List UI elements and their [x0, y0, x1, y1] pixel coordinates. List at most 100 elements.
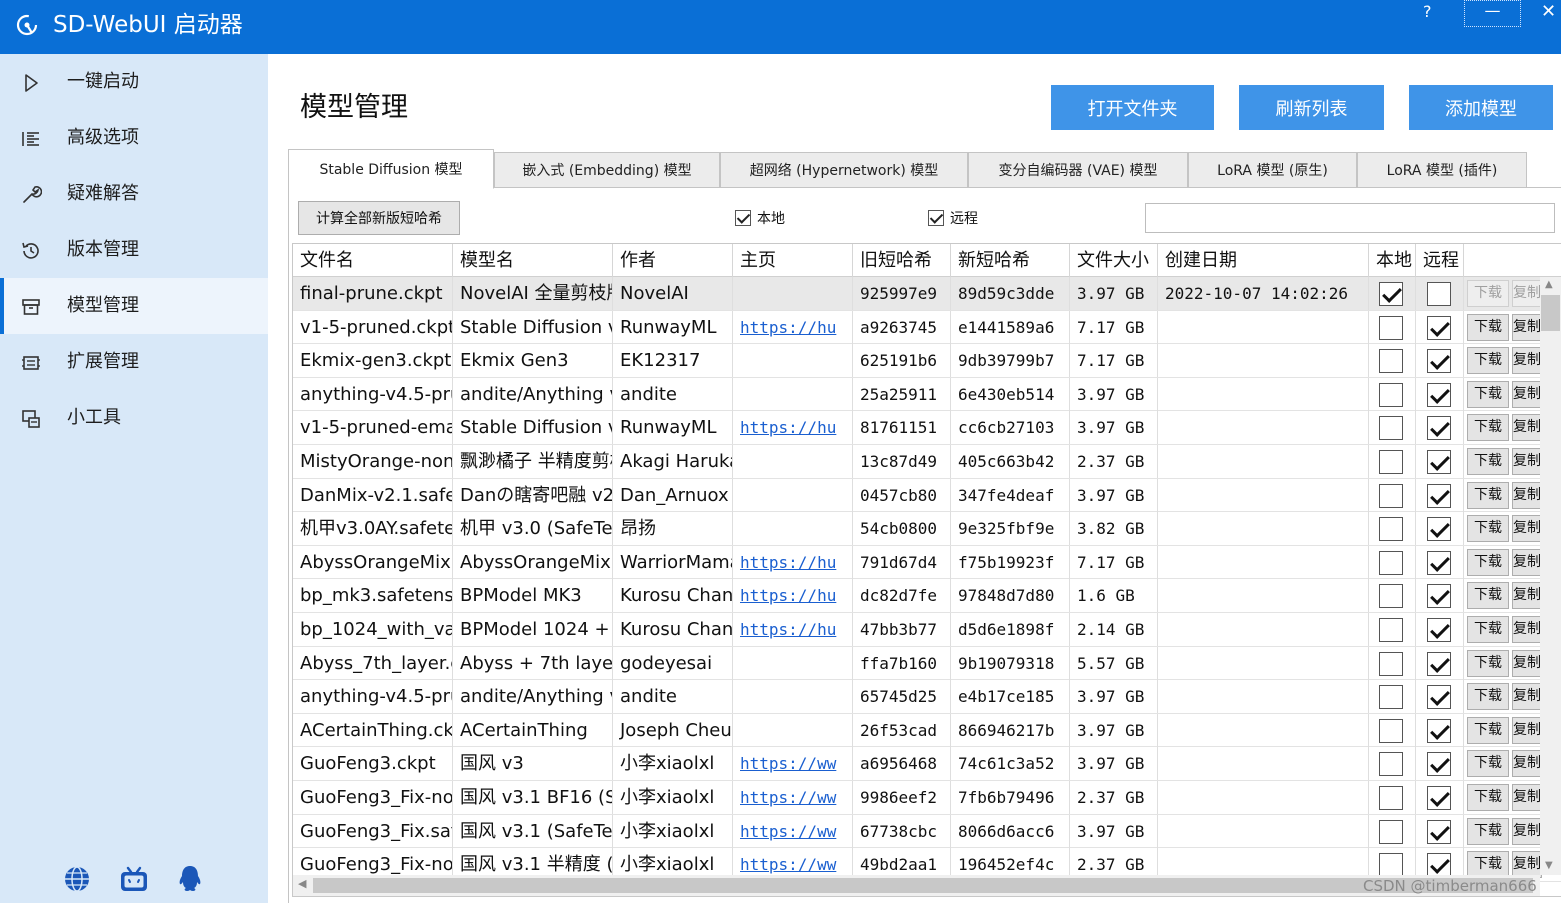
header-new-hash[interactable]: 新短哈希 [951, 244, 1070, 277]
sidebar-item-versions[interactable]: 版本管理 [0, 222, 268, 278]
download-button[interactable]: 下载 [1467, 448, 1509, 475]
local-checkbox[interactable] [1379, 483, 1403, 508]
remote-checkbox[interactable] [1427, 315, 1451, 340]
remote-checkbox[interactable] [1427, 584, 1451, 609]
close-button[interactable]: ✕ [1541, 0, 1556, 24]
download-button[interactable]: 下载 [1467, 414, 1509, 442]
header-homepage[interactable]: 主页 [733, 244, 853, 277]
cell-homepage[interactable]: https://hu [733, 310, 853, 344]
copy-button[interactable]: 复制 [1512, 481, 1542, 509]
remote-checkbox[interactable] [1427, 517, 1451, 542]
horizontal-scrollbar[interactable]: ◀ [293, 875, 1540, 896]
cell-homepage[interactable]: https://hu [733, 545, 853, 579]
remote-checkbox[interactable] [1427, 752, 1451, 777]
help-button[interactable]: ? [1423, 2, 1432, 21]
local-checkbox[interactable] [1379, 786, 1403, 810]
copy-button[interactable]: 复制 [1512, 548, 1542, 576]
remote-checkbox[interactable] [1427, 786, 1451, 810]
local-checkbox[interactable] [1379, 550, 1403, 575]
remote-checkbox[interactable] [1427, 282, 1451, 306]
download-button[interactable]: 下载 [1467, 784, 1509, 811]
bilibili-icon[interactable] [119, 864, 149, 894]
add-model-button[interactable]: 添加模型 [1409, 85, 1553, 130]
header-file-size[interactable]: 文件大小 [1070, 244, 1158, 277]
download-button[interactable]: 下载 [1467, 582, 1509, 610]
sidebar-item-launch[interactable]: 一键启动 [0, 54, 268, 110]
local-checkbox[interactable] [1379, 349, 1403, 374]
table-row[interactable]: v1-5-pruned-emaonlyStable Diffusion v1.5… [293, 411, 1561, 445]
cell-homepage[interactable]: https://hu [733, 579, 853, 613]
tab-stable-diffusion[interactable]: Stable Diffusion 模型 [288, 149, 494, 189]
open-folder-button[interactable]: 打开文件夹 [1051, 85, 1214, 130]
cell-homepage[interactable]: https://ww [733, 814, 853, 848]
local-checkbox[interactable] [1379, 382, 1403, 407]
sidebar-item-tools[interactable]: 小工具 [0, 390, 268, 446]
copy-button[interactable]: 复制 [1512, 784, 1542, 811]
copy-button[interactable]: 复制 [1512, 414, 1542, 442]
scroll-thumb[interactable] [313, 878, 1533, 893]
local-checkbox[interactable] [1379, 416, 1403, 441]
header-remote[interactable]: 远程 [1416, 244, 1464, 277]
cell-homepage[interactable]: https://ww [733, 747, 853, 781]
local-checkbox[interactable] [1379, 517, 1403, 542]
sidebar-item-troubleshoot[interactable]: 疑难解答 [0, 166, 268, 222]
download-button[interactable]: 下载 [1467, 515, 1509, 543]
local-checkbox[interactable] [1379, 450, 1403, 474]
download-button[interactable]: 下载 [1467, 750, 1509, 778]
search-input[interactable] [1145, 203, 1555, 233]
remote-checkbox[interactable] [1427, 416, 1451, 441]
filter-local-checkbox[interactable]: 本地 [735, 208, 785, 228]
tab-lora-native[interactable]: LoRA 模型 (原生) [1188, 152, 1357, 188]
header-created-date[interactable]: 创建日期 [1158, 244, 1369, 277]
local-checkbox[interactable] [1379, 718, 1403, 743]
cell-homepage[interactable]: https://hu [733, 613, 853, 646]
globe-icon[interactable] [62, 864, 92, 894]
table-row[interactable]: v1-5-pruned.ckptStable Diffusion v1.5Run… [293, 310, 1561, 345]
filter-remote-checkbox[interactable]: 远程 [928, 208, 978, 228]
header-local[interactable]: 本地 [1369, 244, 1416, 277]
calc-all-hash-button[interactable]: 计算全部新版短哈希 [298, 201, 460, 235]
download-button[interactable]: 下载 [1467, 280, 1509, 307]
table-row[interactable]: bp_mk3.safetensorsBPModel MK3Kurosu Chan… [293, 579, 1561, 613]
copy-button[interactable]: 复制 [1512, 380, 1542, 408]
remote-checkbox[interactable] [1427, 618, 1451, 642]
copy-button[interactable]: 复制 [1512, 448, 1542, 475]
copy-button[interactable]: 复制 [1512, 750, 1542, 778]
copy-button[interactable]: 复制 [1512, 582, 1542, 610]
table-row[interactable]: MistyOrange-non-ema飘渺橘子 半精度剪枝Akagi Haruk… [293, 445, 1561, 479]
qq-icon[interactable] [175, 864, 205, 894]
local-checkbox[interactable] [1379, 618, 1403, 642]
copy-button[interactable]: 复制 [1512, 616, 1542, 643]
local-checkbox[interactable] [1379, 651, 1403, 676]
remote-checkbox[interactable] [1427, 718, 1451, 743]
table-row[interactable]: GuoFeng3.ckpt 国风 v3 小李xiaolxl https://ww a69… [293, 747, 1561, 781]
copy-button[interactable]: 复制 [1512, 817, 1542, 845]
table-row[interactable]: AbyssOrangeMix2 AbyssOrangeMix2 WarriorMam… [293, 545, 1561, 580]
download-button[interactable]: 下载 [1467, 548, 1509, 576]
copy-button[interactable]: 复制 [1512, 280, 1542, 307]
header-author[interactable]: 作者 [613, 244, 733, 277]
local-checkbox[interactable] [1379, 819, 1403, 844]
checkbox-box[interactable] [735, 210, 751, 226]
cell-homepage[interactable]: https://hu [733, 411, 853, 445]
sidebar-item-models[interactable]: 模型管理 [0, 278, 268, 334]
scroll-left-icon[interactable]: ◀ [298, 877, 306, 890]
remote-checkbox[interactable] [1427, 819, 1451, 844]
tab-embedding[interactable]: 嵌入式 (Embedding) 模型 [494, 152, 720, 188]
remote-checkbox[interactable] [1427, 450, 1451, 474]
header-old-hash[interactable]: 旧短哈希 [853, 244, 951, 277]
download-button[interactable]: 下载 [1467, 716, 1509, 744]
copy-button[interactable]: 复制 [1512, 716, 1542, 744]
download-button[interactable]: 下载 [1467, 481, 1509, 509]
copy-button[interactable]: 复制 [1512, 649, 1542, 677]
download-button[interactable]: 下载 [1467, 817, 1509, 845]
minimize-button[interactable]: — [1464, 0, 1521, 27]
header-model-name[interactable]: 模型名 [453, 244, 613, 277]
table-row[interactable]: bp_1024_with_vaeBPModel 1024 + VAEKurosu… [293, 613, 1561, 647]
table-row[interactable]: DanMix-v2.1.safetensorsDanの瞎寄吧融 v2.1Dan_… [293, 478, 1561, 513]
remote-checkbox[interactable] [1427, 483, 1451, 508]
download-button[interactable]: 下载 [1467, 616, 1509, 643]
table-row[interactable]: GuoFeng3_Fix.safetensors国风 v3.1 (SafeTen… [293, 814, 1561, 849]
sidebar-item-extensions[interactable]: 扩展管理 [0, 334, 268, 390]
local-checkbox[interactable] [1379, 752, 1403, 777]
